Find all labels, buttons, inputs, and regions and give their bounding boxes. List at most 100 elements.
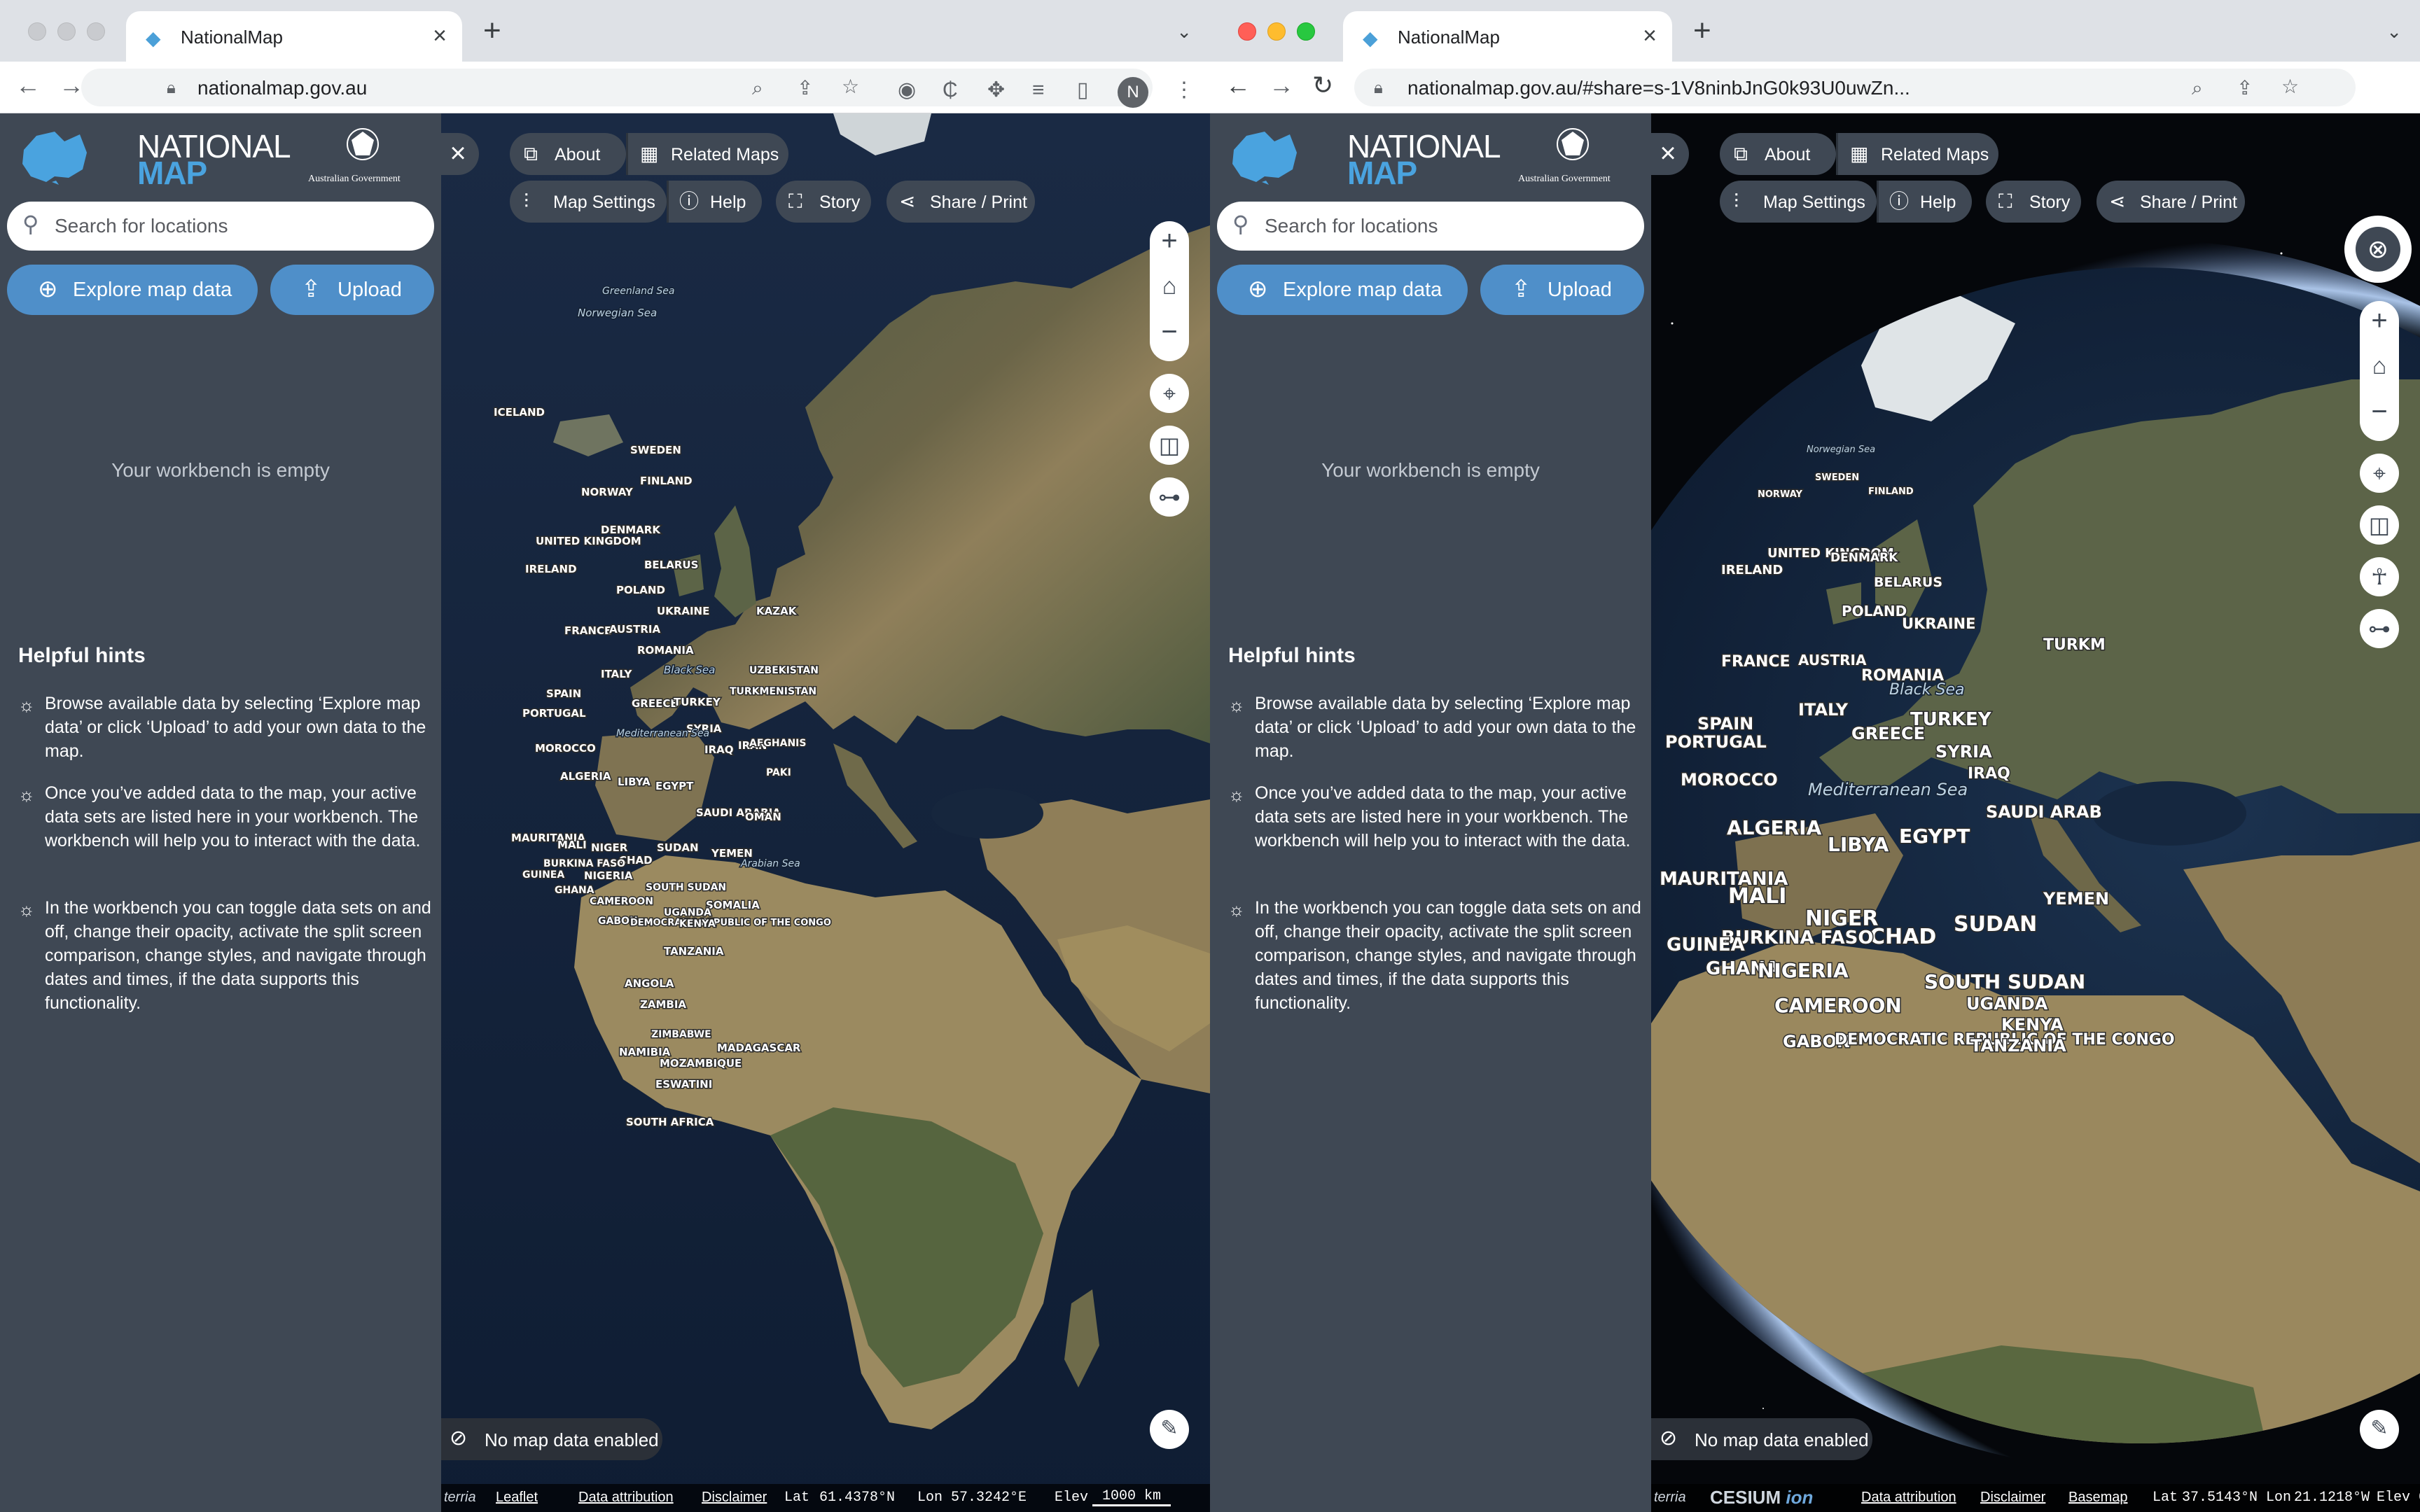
search-input[interactable] xyxy=(1265,211,1629,241)
maximize-window-button[interactable] xyxy=(87,22,105,41)
zoom-out-button[interactable]: − xyxy=(2360,398,2399,426)
split-screen-icon[interactable]: ◫ xyxy=(1150,426,1189,465)
map-label: ITALY xyxy=(601,668,632,680)
media-control-icon[interactable]: ≡ xyxy=(1032,80,1045,101)
close-panel-button[interactable]: × xyxy=(1647,133,1689,175)
browser-tab[interactable]: ◆ NationalMap × xyxy=(1343,11,1672,62)
map-settings-button[interactable]: ⫶ Map Settings xyxy=(1720,181,1877,223)
address-bar[interactable]: 🔒︎ nationalmap.gov.au/#share=s-1V8ninbJn… xyxy=(1354,69,2356,106)
about-button[interactable]: ⧉ About xyxy=(510,133,626,175)
story-button[interactable]: ⛶ Story xyxy=(776,181,871,223)
new-tab-button[interactable]: + xyxy=(483,15,501,46)
feedback-icon[interactable]: ✎ xyxy=(2360,1410,2399,1449)
extension-password-icon[interactable]: ◉ xyxy=(898,80,916,101)
extensions-puzzle-icon[interactable]: ✥ xyxy=(987,80,1005,101)
map-label: Black Sea xyxy=(664,664,715,676)
government-crest-icon xyxy=(347,128,379,160)
close-window-button[interactable] xyxy=(28,22,46,41)
tab-close-icon[interactable]: × xyxy=(433,22,447,50)
map-label: SOUTH SUDAN xyxy=(646,882,726,893)
back-arrow-icon[interactable]: ← xyxy=(15,73,41,98)
measure-icon[interactable]: ⊶ xyxy=(2360,609,2399,648)
crosshair-icon[interactable]: ⌖ xyxy=(1150,374,1189,413)
url-text[interactable]: nationalmap.gov.au xyxy=(197,77,688,99)
satellite-basemap[interactable]: Norwegian Sea ICELAND SWEDEN NORWAY FINL… xyxy=(441,113,1210,1512)
help-button[interactable]: ⓘ Help xyxy=(1877,181,1972,223)
new-tab-button[interactable]: + xyxy=(1693,15,1711,46)
split-screen-icon[interactable]: ◫ xyxy=(2360,505,2399,545)
close-panel-button[interactable]: × xyxy=(437,133,479,175)
map-label: CAMEROON xyxy=(1774,994,1902,1017)
lock-icon[interactable]: 🔒︎ xyxy=(1374,78,1383,98)
feedback-icon[interactable]: ✎ xyxy=(1150,1410,1189,1449)
about-button[interactable]: ⧉ About xyxy=(1720,133,1836,175)
profile-avatar[interactable]: N xyxy=(1118,77,1148,108)
forward-arrow-icon[interactable]: → xyxy=(1269,73,1294,98)
bookmark-star-icon[interactable]: ☆ xyxy=(842,77,859,97)
map-view-cesium[interactable]: NORWAY SWEDEN FINLAND UNITED KINGDOM IRE… xyxy=(1651,113,2420,1512)
disclaimer-link[interactable]: Disclaimer xyxy=(702,1490,767,1506)
url-text[interactable]: nationalmap.gov.au/#share=s-1V8ninbJnG0k… xyxy=(1407,77,1961,99)
more-menu-icon[interactable]: ⋮ xyxy=(1174,80,1195,101)
globe-3d-view[interactable]: NORWAY SWEDEN FINLAND UNITED KINGDOM IRE… xyxy=(1651,113,2420,1512)
share-print-button[interactable]: ⋖ Share / Print xyxy=(886,181,1035,223)
crosshair-icon[interactable]: ⌖ xyxy=(2360,454,2399,493)
share-page-icon[interactable]: ⇪ xyxy=(797,78,813,98)
lock-icon[interactable]: 🔒︎ xyxy=(167,78,176,98)
tab-strip: ◆ NationalMap × + ⌄ xyxy=(1210,0,2420,62)
story-button[interactable]: ⛶ Story xyxy=(1986,181,2081,223)
help-button[interactable]: ⓘ Help xyxy=(667,181,762,223)
cesium-ion-logo[interactable]: CESIUM ion xyxy=(1710,1487,1813,1508)
measure-icon[interactable]: ⊶ xyxy=(1150,477,1189,517)
data-attribution-link[interactable]: Data attribution xyxy=(578,1490,674,1506)
home-icon[interactable]: ⌂ xyxy=(2360,354,2399,378)
reload-icon[interactable]: ↻ xyxy=(1312,73,1333,98)
browser-tab[interactable]: ◆ NationalMap × xyxy=(126,11,462,62)
search-input[interactable] xyxy=(55,211,419,241)
disclaimer-link[interactable]: Disclaimer xyxy=(1980,1490,2045,1506)
share-page-icon[interactable]: ⇪ xyxy=(2237,78,2253,98)
upload-button[interactable]: ⇪ Upload xyxy=(1480,265,1644,315)
forward-arrow-icon[interactable]: → xyxy=(59,73,84,98)
minimize-window-button[interactable] xyxy=(57,22,76,41)
compass-icon[interactable]: ⊗ xyxy=(2344,216,2412,283)
map-label: IRELAND xyxy=(1721,563,1783,578)
close-window-button[interactable] xyxy=(1238,22,1256,41)
back-arrow-icon[interactable]: ← xyxy=(1225,73,1251,98)
zoom-in-button[interactable]: + xyxy=(2360,307,2399,335)
related-maps-button[interactable]: ▦ Related Maps xyxy=(1836,133,1998,175)
data-attribution-link[interactable]: Data attribution xyxy=(1861,1490,1956,1506)
pedestrian-icon[interactable]: ☥ xyxy=(2360,557,2399,596)
upload-button[interactable]: ⇪ Upload xyxy=(270,265,434,315)
tab-search-chevron-icon[interactable]: ⌄ xyxy=(2386,21,2402,43)
search-box[interactable]: ⚲ xyxy=(7,202,434,251)
maximize-window-button[interactable] xyxy=(1297,22,1315,41)
logo-header[interactable]: NATIONAL MAP Australian Government xyxy=(0,113,441,197)
minimize-window-button[interactable] xyxy=(1267,22,1286,41)
related-maps-button[interactable]: ▦ Related Maps xyxy=(626,133,788,175)
zoom-in-button[interactable]: + xyxy=(1150,227,1189,255)
zoom-out-button[interactable]: − xyxy=(1150,318,1189,346)
share-print-button[interactable]: ⋖ Share / Print xyxy=(2096,181,2245,223)
side-panel-icon[interactable]: ▯ xyxy=(1077,80,1089,101)
terria-logo[interactable]: terria xyxy=(444,1490,476,1506)
map-view-leaflet[interactable]: Norwegian Sea ICELAND SWEDEN NORWAY FINL… xyxy=(441,113,1210,1512)
terria-logo[interactable]: terria xyxy=(1654,1490,1686,1506)
explore-map-data-button[interactable]: ⊕ Explore map data xyxy=(7,265,258,315)
map-label: ZAMBIA xyxy=(640,998,686,1011)
home-icon[interactable]: ⌂ xyxy=(1150,274,1189,298)
explore-map-data-label: Explore map data xyxy=(73,279,232,301)
search-box[interactable]: ⚲ xyxy=(1217,202,1644,251)
map-settings-button[interactable]: ⫶ Map Settings xyxy=(510,181,667,223)
tab-search-chevron-icon[interactable]: ⌄ xyxy=(1176,21,1192,43)
map-label: YEMEN xyxy=(2043,889,2109,909)
zoom-icon[interactable]: ⌕ xyxy=(2192,78,2203,98)
zoom-icon[interactable]: ⌕ xyxy=(752,78,763,98)
bookmark-star-icon[interactable]: ☆ xyxy=(2281,77,2299,97)
logo-header[interactable]: NATIONAL MAP Australian Government xyxy=(1210,113,1651,197)
explore-map-data-button[interactable]: ⊕ Explore map data xyxy=(1217,265,1468,315)
leaflet-link[interactable]: Leaflet xyxy=(496,1490,538,1506)
basemap-link[interactable]: Basemap xyxy=(2068,1490,2128,1506)
extension-c-icon[interactable]: ₵ xyxy=(943,80,958,101)
tab-close-icon[interactable]: × xyxy=(1643,22,1657,50)
